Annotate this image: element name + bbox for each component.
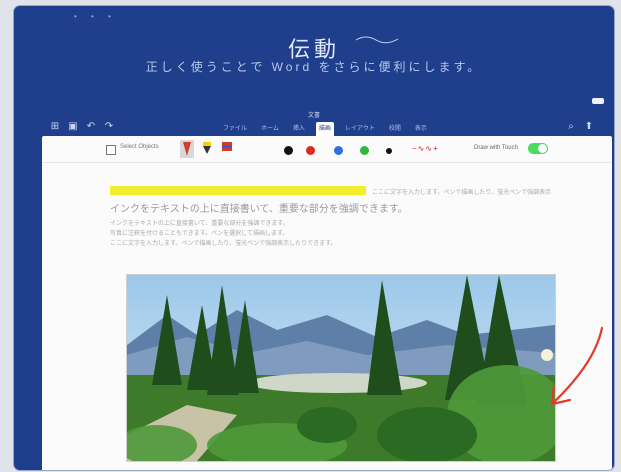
body-line-1: インクをテキストの上に直接書いて、重要な部分を強調できます。 (110, 221, 289, 227)
lasso-label: Select Objects (120, 144, 159, 150)
share-icon[interactable]: ⬆ (584, 122, 594, 132)
undo-icon[interactable]: ↶ (86, 122, 96, 132)
tab-layout[interactable]: レイアウト (342, 122, 378, 136)
toggle-knob (538, 144, 547, 153)
lasso-checkbox[interactable] (106, 145, 116, 155)
draw-ribbon: Select Objects −∿∿+ Draw with Touch (42, 136, 612, 163)
tab-file[interactable]: ファイル (220, 122, 250, 136)
red-pen-icon[interactable] (180, 140, 194, 158)
color-black-small[interactable] (386, 148, 392, 154)
color-black[interactable] (284, 146, 293, 155)
app-toolbar: 文書 ⊞ ▣ ↶ ↷ ファイル ホーム 挿入 描画 レイアウト 校閲 表示 ⌕ … (14, 110, 614, 136)
highlighter-pen-icon[interactable] (200, 140, 214, 158)
save-icon[interactable]: ▣ (68, 122, 78, 132)
landscape-photo[interactable] (126, 274, 556, 462)
tab-view[interactable]: 表示 (412, 122, 430, 136)
color-blue[interactable] (334, 146, 343, 155)
battery-icon (592, 98, 604, 104)
draw-with-touch-toggle[interactable] (528, 143, 548, 154)
color-green[interactable] (360, 146, 369, 155)
body-line-0: ここに文字を入力します。ペンで描画したり、蛍光ペンで強調表示したりできます。 (372, 190, 552, 196)
blue-pen-icon[interactable] (220, 140, 234, 158)
thickness-control[interactable]: −∿∿+ (412, 144, 439, 153)
search-icon[interactable]: ⌕ (566, 122, 576, 132)
top-status-icons: • • • (74, 12, 117, 21)
redo-icon[interactable]: ↷ (104, 122, 114, 132)
red-arrow-annotation (550, 326, 604, 406)
document-header: • • • 伝動 正しく使うことで Word をさらに便利にします。 (14, 6, 614, 118)
ribbon-tabs: ファイル ホーム 挿入 描画 レイアウト 校閲 表示 (220, 122, 430, 136)
document-page[interactable]: Select Objects −∿∿+ Draw with Touch ここに文… (42, 136, 612, 470)
tab-review[interactable]: 校閲 (386, 122, 404, 136)
tab-home[interactable]: ホーム (258, 122, 282, 136)
tab-draw[interactable]: 描画 (315, 122, 334, 136)
app-window: • • • 伝動 正しく使うことで Word をさらに便利にします。 文書 ⊞ … (14, 6, 614, 470)
ink-underline-icon (355, 36, 399, 44)
file-name: 文書 (307, 113, 320, 119)
body-line-2: 写真に注釈を付けることもできます。ペンを選択して描画します。 (110, 231, 289, 237)
body-line-3: ここに文字を入力します。ペンで描画したり、蛍光ペンで強調表示したりできます。 (110, 241, 337, 247)
highlighted-text (110, 186, 366, 195)
back-icon[interactable]: ⊞ (50, 122, 60, 132)
touch-label: Draw with Touch (474, 145, 518, 151)
color-red[interactable] (306, 146, 315, 155)
page-subtitle: 正しく使うことで Word をさらに便利にします。 (145, 60, 483, 74)
tab-insert[interactable]: 挿入 (290, 122, 308, 136)
body-heading: インクをテキストの上に直接書いて、重要な部分を強調できます。 (110, 204, 408, 215)
